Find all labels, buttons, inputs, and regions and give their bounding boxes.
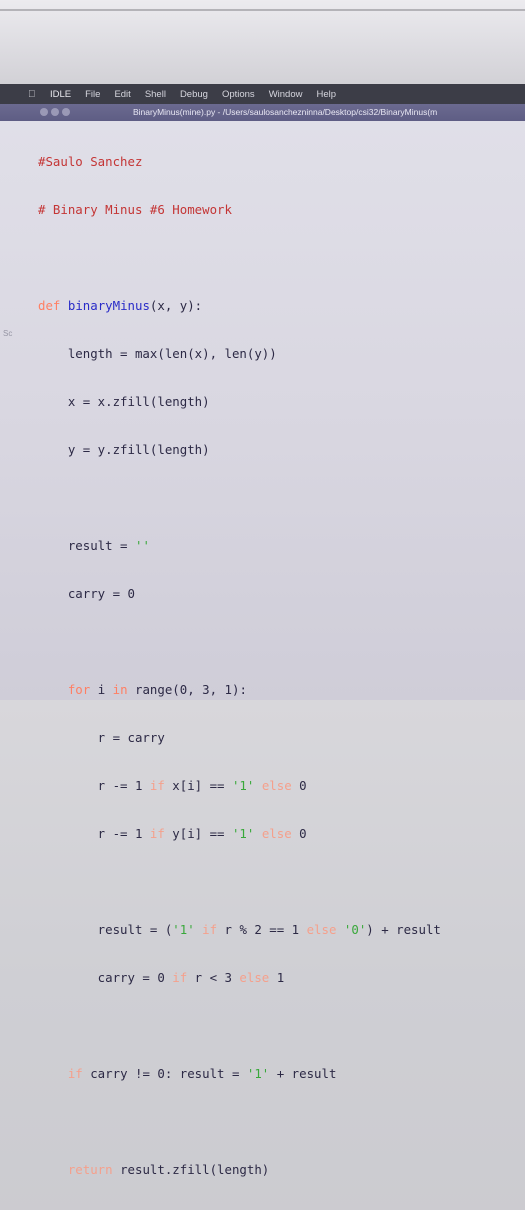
- code-line: carry = 0 if r < 3 else 1: [38, 970, 441, 986]
- code-text-span: y[i] ==: [164, 826, 232, 841]
- string-literal: '1': [231, 778, 255, 793]
- comment-title: # Binary Minus #6 Homework: [38, 202, 232, 217]
- code-editor[interactable]: #Saulo Sanchez # Binary Minus #6 Homewor…: [0, 121, 525, 1177]
- function-name: binaryMinus: [67, 298, 150, 313]
- apple-icon[interactable]: : [28, 89, 42, 100]
- code-line: carry = 0: [38, 586, 135, 601]
- menu-bar:  IDLE File Edit Shell Debug Options Win…: [0, 84, 525, 104]
- menu-app-idle[interactable]: IDLE: [50, 89, 71, 100]
- code-text-span: (x, y):: [149, 298, 203, 313]
- keyword: if: [202, 922, 218, 937]
- code-line: if carry != 0: result = '1' + result: [38, 1066, 441, 1082]
- menu-options[interactable]: Options: [222, 89, 255, 100]
- code-line: r -= 1 if y[i] == '1' else 0: [38, 826, 441, 842]
- string-literal: '': [134, 538, 150, 553]
- minimize-window-button[interactable]: [51, 108, 59, 116]
- window-title-bar[interactable]: BinaryMinus(mine).py - /Users/saulosanch…: [0, 104, 525, 121]
- menu-window[interactable]: Window: [269, 89, 303, 100]
- code-line: return result.zfill(length): [38, 1162, 441, 1178]
- partial-window-label: Sc: [3, 329, 13, 338]
- code-text-span: i: [90, 682, 113, 697]
- code-line: length = max(len(x), len(y)): [38, 346, 277, 361]
- code-line: x = x.zfill(length): [38, 394, 210, 409]
- code-text-span: 1: [269, 970, 285, 985]
- keyword: else: [306, 922, 337, 937]
- code-line: def binaryMinus(x, y):: [38, 298, 441, 314]
- code-text-span: range(0, 3, 1):: [127, 682, 247, 697]
- code-text-span: 0: [291, 778, 307, 793]
- code-text-span: r < 3: [187, 970, 240, 985]
- keyword: return: [67, 1162, 113, 1177]
- string-literal: '1': [172, 922, 195, 937]
- close-window-button[interactable]: [40, 108, 48, 116]
- comment-author: #Saulo Sanchez: [38, 154, 143, 169]
- code-line: r -= 1 if x[i] == '1' else 0: [38, 778, 441, 794]
- code-text-span: r % 2 == 1: [217, 922, 307, 937]
- code-text-span: carry = 0: [38, 970, 173, 985]
- code-text-span: 0: [291, 826, 307, 841]
- string-literal: '1': [246, 1066, 270, 1081]
- code-text-span: carry != 0: result =: [82, 1066, 247, 1081]
- code-text-span: result = (: [38, 922, 173, 937]
- keyword: if: [67, 1066, 83, 1081]
- menu-shell[interactable]: Shell: [145, 89, 166, 100]
- code-line: y = y.zfill(length): [38, 442, 210, 457]
- string-literal: '1': [231, 826, 255, 841]
- code-text-span: result =: [38, 538, 135, 553]
- code-line: #Saulo Sanchez: [38, 154, 441, 170]
- code-line: r = carry: [38, 730, 165, 745]
- bezel-divider: [0, 9, 525, 11]
- keyword: else: [261, 778, 292, 793]
- window-title: BinaryMinus(mine).py - /Users/saulosanch…: [133, 107, 438, 117]
- background-bezel: [0, 0, 525, 84]
- keyword: if: [172, 970, 188, 985]
- code-line: result = ('1' if r % 2 == 1 else '0') + …: [38, 922, 441, 938]
- code-text-span: result.zfill(length): [112, 1162, 270, 1177]
- code-line: for i in range(0, 3, 1):: [38, 682, 441, 698]
- keyword: if: [149, 826, 165, 841]
- zoom-window-button[interactable]: [62, 108, 70, 116]
- keyword: in: [112, 682, 128, 697]
- code-text-span: x[i] ==: [164, 778, 232, 793]
- keyword: else: [239, 970, 270, 985]
- menu-debug[interactable]: Debug: [180, 89, 208, 100]
- string-literal: '0': [343, 922, 367, 937]
- code-text-span: ) + result: [366, 922, 441, 937]
- menu-edit[interactable]: Edit: [114, 89, 130, 100]
- keyword: if: [149, 778, 165, 793]
- code-line: # Binary Minus #6 Homework: [38, 202, 441, 218]
- menu-file[interactable]: File: [85, 89, 100, 100]
- code-text[interactable]: #Saulo Sanchez # Binary Minus #6 Homewor…: [38, 122, 441, 1210]
- menu-help[interactable]: Help: [316, 89, 336, 100]
- code-text-span: r -= 1: [38, 778, 150, 793]
- code-text-span: + result: [269, 1066, 337, 1081]
- keyword: for: [67, 682, 91, 697]
- keyword: def: [38, 298, 61, 313]
- code-line: result = '': [38, 538, 441, 554]
- keyword: else: [261, 826, 292, 841]
- code-text-span: r -= 1: [38, 826, 150, 841]
- window-controls: [40, 108, 70, 116]
